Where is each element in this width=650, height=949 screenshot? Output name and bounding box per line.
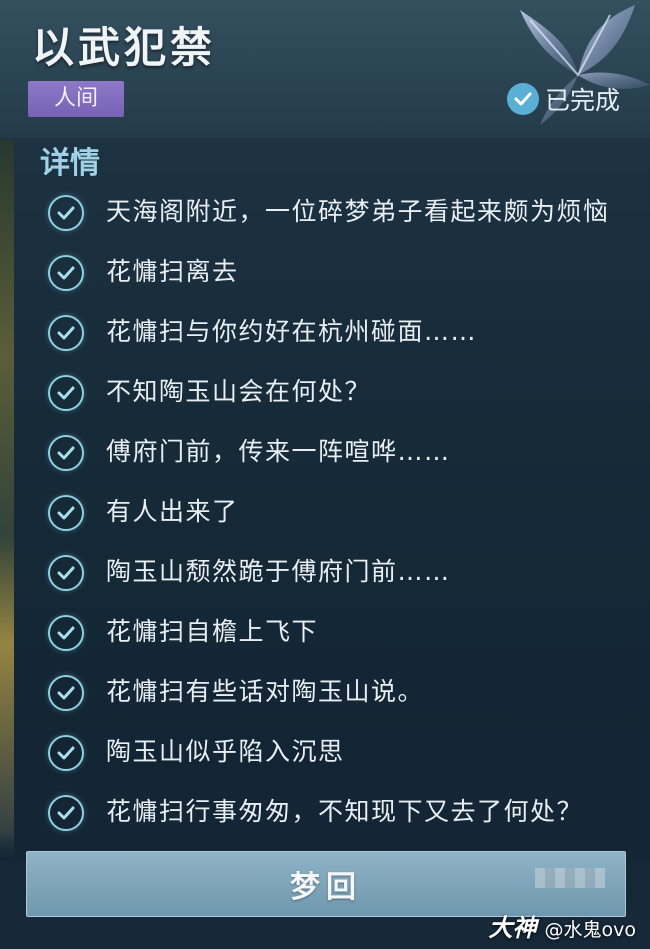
background-scene-edge <box>0 140 14 860</box>
step-complete-check-icon <box>48 495 84 531</box>
quest-title: 以武犯禁 <box>32 23 217 72</box>
step-complete-check-icon <box>48 435 84 471</box>
butterfly-emblem-icon <box>520 5 650 125</box>
step-text: 陶玉山似乎陷入沉思 <box>106 737 345 766</box>
quest-step-list[interactable]: 天海阁附近，一位碎梦弟子看起来颇为烦恼 花慵扫离去 花慵扫与你约好在杭州碰面……… <box>48 190 628 850</box>
step-text: 陶玉山颓然跪于傅府门前…… <box>106 557 451 586</box>
step-text: 花慵扫自檐上飞下 <box>106 617 319 646</box>
step-complete-check-icon <box>48 675 84 711</box>
quest-step: 花慵扫行事匆匆，不知现下又去了何处？ <box>48 790 628 834</box>
quest-step: 花慵扫离去 <box>48 250 628 294</box>
quest-category-tag: 人间 <box>28 81 124 117</box>
step-complete-check-icon <box>48 555 84 591</box>
dream-replay-button-label: 梦回 <box>290 870 362 905</box>
step-complete-check-icon <box>48 315 84 351</box>
step-text: 花慵扫与你约好在杭州碰面…… <box>106 317 478 346</box>
quest-step: 陶玉山颓然跪于傅府门前…… <box>48 550 628 594</box>
step-complete-check-icon <box>48 255 84 291</box>
quest-status: 已完成 <box>506 82 620 116</box>
step-text: 花慵扫离去 <box>106 257 239 286</box>
step-text: 有人出来了 <box>106 497 239 526</box>
step-text: 不知陶玉山会在何处？ <box>106 377 372 406</box>
watermark-user: @水鬼ovo <box>544 919 637 941</box>
quest-step: 天海阁附近，一位碎梦弟子看起来颇为烦恼 <box>48 190 628 234</box>
completed-check-icon <box>506 83 539 115</box>
quest-step: 有人出来了 <box>48 490 628 534</box>
blurred-region <box>535 868 605 888</box>
step-complete-check-icon <box>48 615 84 651</box>
quest-step: 花慵扫与你约好在杭州碰面…… <box>48 310 628 354</box>
quest-header: 以武犯禁 人间 已完成 <box>0 0 650 138</box>
quest-step: 花慵扫自檐上飞下 <box>48 610 628 654</box>
quest-step: 花慵扫有些话对陶玉山说。 <box>48 670 628 714</box>
details-heading: 详情 <box>40 146 100 181</box>
step-text: 花慵扫有些话对陶玉山说。 <box>106 677 425 706</box>
step-text: 傅府门前，传来一阵喧哗…… <box>106 437 451 466</box>
step-complete-check-icon <box>48 195 84 231</box>
watermark-logo: 大神 <box>488 914 537 942</box>
step-complete-check-icon <box>48 795 84 831</box>
quest-step: 傅府门前，传来一阵喧哗…… <box>48 430 628 474</box>
step-text: 花慵扫行事匆匆，不知现下又去了何处？ <box>106 797 584 826</box>
step-complete-check-icon <box>48 375 84 411</box>
step-text: 天海阁附近，一位碎梦弟子看起来颇为烦恼 <box>106 197 610 226</box>
step-complete-check-icon <box>48 735 84 771</box>
watermark: 大神 @水鬼ovo <box>489 908 637 943</box>
status-label: 已完成 <box>544 86 620 115</box>
quest-step: 陶玉山似乎陷入沉思 <box>48 730 628 774</box>
quest-step: 不知陶玉山会在何处？ <box>48 370 628 414</box>
quest-detail-panel: 以武犯禁 人间 已完成 详情 天海阁附近，一位碎梦弟子看起来颇为烦恼 花慵扫离去… <box>0 0 650 949</box>
